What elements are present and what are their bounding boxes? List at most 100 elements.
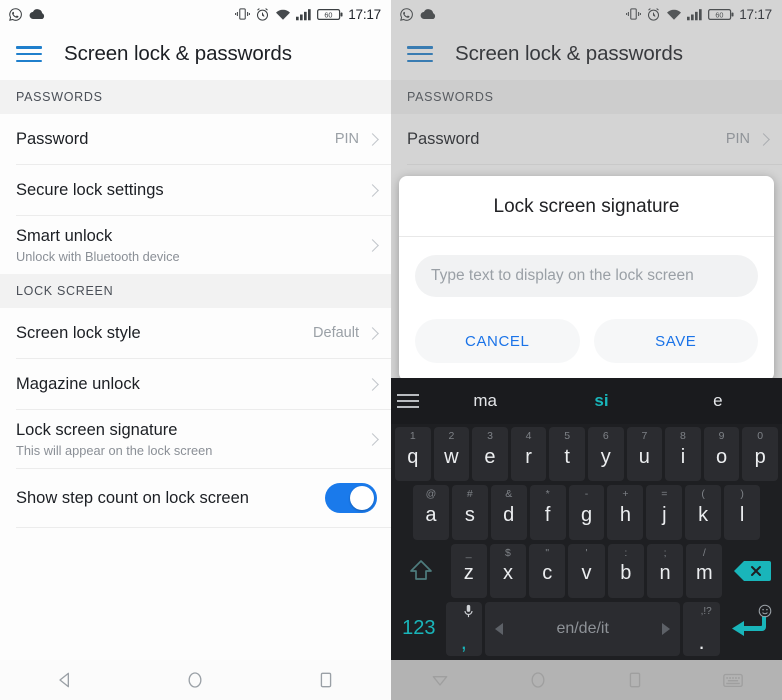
shift-arrow-icon[interactable] <box>395 544 448 598</box>
key-b[interactable]: :b <box>607 543 644 598</box>
key-alt-label: 6 <box>602 430 609 442</box>
cloud-icon <box>29 8 46 20</box>
key-d[interactable]: & d <box>490 485 527 540</box>
key-h[interactable]: + h <box>607 485 644 540</box>
cancel-button[interactable]: CANCEL <box>415 319 580 363</box>
key-e[interactable]: 3e <box>472 427 508 482</box>
app-bar: Screen lock & passwords <box>391 28 782 80</box>
toggle-knob <box>350 486 374 510</box>
status-bar-notifications <box>8 7 46 22</box>
space-key[interactable]: en/de/it <box>484 601 681 656</box>
keyboard-menu-icon[interactable] <box>397 394 419 408</box>
key-y[interactable]: 6y <box>587 427 624 482</box>
list-item-label: Smart unlock <box>16 227 113 246</box>
numeric-mode-key[interactable]: 123 <box>395 602 443 656</box>
list-item-lock-screen-signature[interactable]: Lock screen signature This will appear o… <box>0 410 391 468</box>
key-label: u <box>638 445 650 468</box>
key-t[interactable]: 5t <box>549 427 585 482</box>
key-label: r <box>525 445 532 468</box>
recents-square-icon[interactable] <box>296 670 356 690</box>
hamburger-menu-icon[interactable] <box>407 44 433 64</box>
next-language-icon[interactable] <box>662 622 671 635</box>
signature-input[interactable] <box>415 255 758 297</box>
key-g[interactable]: -g <box>568 485 605 540</box>
list-item-label: Magazine unlock <box>16 374 140 393</box>
key-z[interactable]: _ z <box>450 543 487 598</box>
key-u[interactable]: 7u <box>626 427 663 482</box>
key-i[interactable]: 8i <box>665 427 701 482</box>
key-label: j <box>662 503 667 526</box>
list-item-show-step-count[interactable]: Show step count on lock screen <box>0 469 391 527</box>
key-s[interactable]: # s <box>451 485 488 540</box>
lock-screen-signature-dialog: Lock screen signature CANCEL SAVE <box>399 176 774 381</box>
key-a[interactable]: @ a <box>413 485 449 540</box>
key-label: f <box>544 503 551 526</box>
key-label: m <box>695 562 713 585</box>
settings-list: PASSWORDS Password PIN Secure lock setti… <box>0 80 391 528</box>
key-label: g <box>580 503 593 526</box>
key-n[interactable]: ; n <box>646 543 684 598</box>
period-key[interactable]: ,!? . <box>683 601 720 656</box>
key-alt-label: = <box>661 488 668 501</box>
keyboard-dismiss-triangle-icon[interactable] <box>410 670 470 690</box>
suggestion-item[interactable]: si <box>543 391 659 411</box>
back-triangle-icon[interactable] <box>35 670 95 690</box>
hamburger-menu-icon[interactable] <box>16 44 42 64</box>
signal-icon <box>296 8 312 21</box>
keyboard-row-3: _ z $ x " c ' v :b ; n / m <box>393 543 780 598</box>
recents-square-icon[interactable] <box>605 670 665 690</box>
key-label: a <box>425 503 437 526</box>
list-item-screen-lock-style[interactable]: Screen lock style Default <box>0 308 391 358</box>
list-item-password[interactable]: Password PIN <box>391 114 782 164</box>
key-r[interactable]: 4r <box>510 427 547 482</box>
key-x[interactable]: $ x <box>489 543 527 598</box>
cloud-icon <box>420 8 437 20</box>
list-item-magazine-unlock[interactable]: Magazine unlock <box>0 359 391 409</box>
list-item-value: PIN <box>334 131 359 147</box>
home-circle-icon[interactable] <box>165 670 225 690</box>
chevron-right-icon <box>366 132 379 146</box>
status-bar: 60 17:17 <box>0 0 391 28</box>
list-item-password[interactable]: Password PIN <box>0 114 391 164</box>
chevron-right-icon <box>757 132 770 146</box>
key-m[interactable]: / m <box>686 543 723 598</box>
key-v[interactable]: ' v <box>568 543 605 598</box>
key-f[interactable]: * f <box>529 485 566 540</box>
suggestion-item[interactable]: ma <box>427 391 543 411</box>
list-item-secure-lock-settings[interactable]: Secure lock settings <box>0 165 391 215</box>
enter-key[interactable] <box>723 602 778 656</box>
key-o[interactable]: 9o <box>703 427 740 482</box>
period-label: . <box>698 629 705 655</box>
key-j[interactable]: = j <box>646 485 683 540</box>
key-p[interactable]: 0p <box>742 427 778 482</box>
list-item-label: Password <box>407 129 480 148</box>
chevron-right-icon <box>366 326 379 340</box>
key-c[interactable]: " c <box>529 543 566 598</box>
whatsapp-icon <box>8 7 23 22</box>
home-circle-icon[interactable] <box>508 670 568 690</box>
key-q[interactable]: 1q <box>395 427 431 482</box>
left-screen: 60 17:17 Screen lock & passwords PASSWOR… <box>0 0 391 700</box>
vibrate-icon <box>235 7 251 21</box>
prev-language-icon[interactable] <box>494 622 503 635</box>
key-alt-label: @ <box>425 488 437 501</box>
chevron-right-icon <box>366 432 379 446</box>
keyboard-switch-icon[interactable] <box>703 671 763 689</box>
smiley-icon[interactable] <box>758 604 772 623</box>
wifi-icon <box>666 8 682 21</box>
key-alt-label: 1 <box>409 430 416 442</box>
backspace-icon[interactable] <box>725 544 778 598</box>
key-w[interactable]: 2w <box>433 427 470 482</box>
suggestion-item[interactable]: e <box>660 391 776 411</box>
key-l[interactable]: ) l <box>724 485 761 540</box>
key-k[interactable]: (k <box>685 485 722 540</box>
section-header-passwords: PASSWORDS <box>0 80 391 114</box>
list-item-smart-unlock[interactable]: Smart unlock Unlock with Bluetooth devic… <box>0 216 391 274</box>
step-count-toggle[interactable] <box>325 483 377 513</box>
key-alt-label: 5 <box>564 430 571 442</box>
key-alt-label: _ <box>465 546 472 559</box>
save-button[interactable]: SAVE <box>593 319 758 363</box>
battery-icon: 60 <box>708 8 734 21</box>
comma-key[interactable]: , <box>445 601 482 656</box>
key-label: l <box>739 503 745 526</box>
